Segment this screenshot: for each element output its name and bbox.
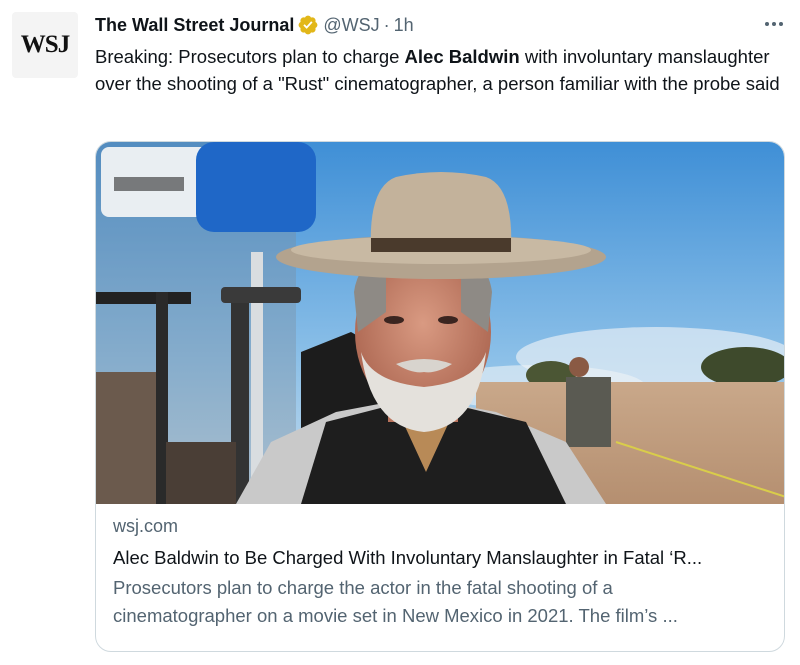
tweet-header: The Wall Street Journal @WSJ · 1h bbox=[95, 13, 414, 37]
display-name[interactable]: The Wall Street Journal bbox=[95, 15, 294, 36]
tweet-text-start: Breaking: Prosecutors plan to charge bbox=[95, 46, 405, 67]
separator-dot: · bbox=[383, 14, 390, 35]
link-card[interactable]: wsj.com Alec Baldwin to Be Charged With … bbox=[95, 141, 785, 652]
timestamp[interactable]: 1h bbox=[394, 15, 414, 36]
card-meta: wsj.com Alec Baldwin to Be Charged With … bbox=[113, 513, 773, 630]
avatar-logo-text: WSJ bbox=[20, 31, 70, 58]
card-description: Prosecutors plan to charge the actor in … bbox=[113, 577, 678, 626]
tweet-text-bold-name: Alec Baldwin bbox=[404, 46, 520, 67]
card-title[interactable]: Alec Baldwin to Be Charged With Involunt… bbox=[113, 544, 768, 572]
card-image[interactable] bbox=[96, 142, 785, 504]
card-domain: wsj.com bbox=[113, 516, 179, 536]
verified-badge-icon[interactable] bbox=[297, 14, 319, 36]
tweet: WSJ The Wall Street Journal @WSJ · 1h Br… bbox=[0, 0, 800, 665]
more-options-icon[interactable] bbox=[762, 16, 786, 32]
avatar[interactable]: WSJ bbox=[12, 12, 78, 78]
tweet-text: Breaking: Prosecutors plan to charge Ale… bbox=[95, 44, 785, 97]
handle[interactable]: @WSJ bbox=[323, 15, 379, 36]
